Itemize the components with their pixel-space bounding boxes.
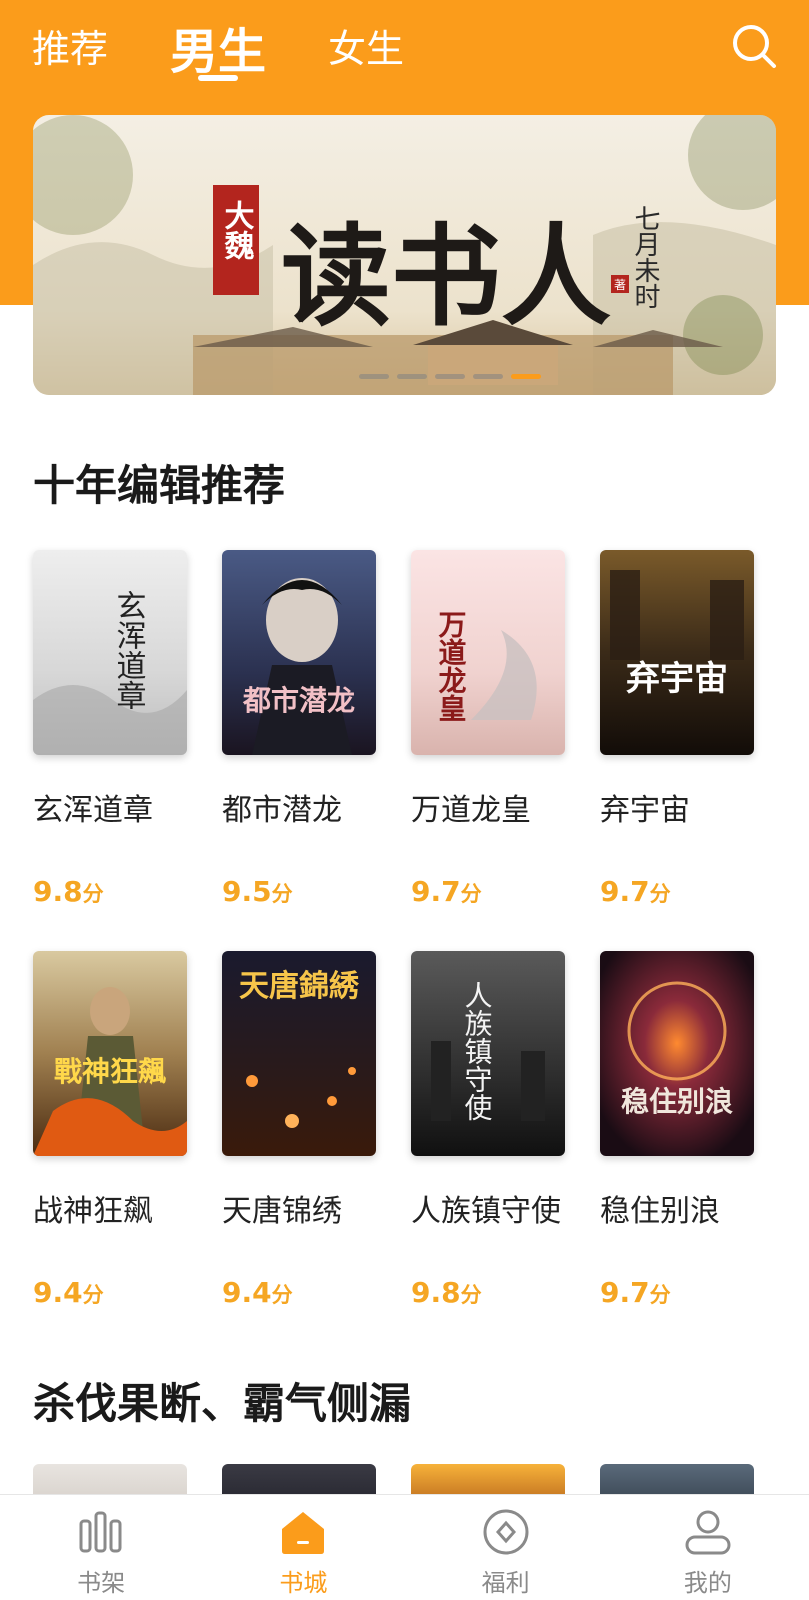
book-title: 战神狂飙 — [33, 1194, 153, 1229]
cover-title: 天唐錦綉 — [239, 969, 360, 1004]
book-cover: 人族镇守使 — [411, 951, 565, 1156]
book-score: 9.7分 — [600, 1276, 671, 1309]
cover-title: 稳住别浪 — [621, 1085, 733, 1118]
section-title-domineering: 杀伐果断、霸气侧漏 — [33, 1379, 412, 1428]
home-icon — [282, 1512, 325, 1554]
book-card[interactable]: 都市潜龙 都市潜龙 9.5分 — [222, 550, 376, 908]
nav-label: 福利 — [481, 1569, 530, 1597]
cover-title: 弃宇宙 — [626, 659, 728, 699]
banner-author: 七月未时 — [630, 205, 660, 309]
book-score: 9.8分 — [411, 1276, 482, 1309]
cover-title: 戰神狂飆 — [54, 1055, 166, 1088]
nav-profile[interactable]: 我的 — [607, 1495, 809, 1600]
nav-label: 我的 — [683, 1569, 732, 1597]
book-card[interactable]: 弃宇宙 弃宇宙 9.7分 — [600, 550, 754, 908]
nav-bookshelf[interactable]: 书架 — [0, 1495, 202, 1600]
book-score: 9.7分 — [411, 875, 482, 908]
book-score: 9.4分 — [33, 1276, 104, 1309]
banner-dot — [434, 374, 465, 379]
tab-recommend[interactable]: 推荐 — [32, 18, 108, 73]
book-card[interactable]: 天唐錦綉 天唐锦绣 9.4分 — [222, 951, 376, 1309]
book-title: 都市潜龙 — [222, 793, 342, 828]
user-icon — [685, 1510, 731, 1555]
book-cover: 万道龙皇 — [411, 550, 565, 755]
section-title-editor-picks: 十年编辑推荐 — [33, 461, 286, 510]
cover-title: 万道龙皇 — [435, 610, 468, 722]
book-cover: 稳住别浪 — [600, 951, 754, 1156]
banner-title-prefix: 大魏 — [219, 200, 255, 260]
nav-welfare[interactable]: 福利 — [405, 1495, 607, 1600]
nav-bookstore[interactable]: 书城 — [202, 1495, 404, 1600]
book-score: 9.7分 — [600, 875, 671, 908]
active-tab-indicator — [198, 75, 238, 81]
banner-dot — [358, 374, 389, 379]
book-card[interactable]: 稳住别浪 稳住别浪 9.7分 — [600, 951, 754, 1309]
book-score: 9.5分 — [222, 875, 293, 908]
book-title: 弃宇宙 — [600, 793, 690, 828]
tab-female[interactable]: 女生 — [328, 18, 404, 73]
book-cover: 戰神狂飆 — [33, 951, 187, 1156]
book-title: 万道龙皇 — [411, 793, 531, 828]
nav-label: 书城 — [279, 1569, 328, 1597]
book-cover: 弃宇宙 — [600, 550, 754, 755]
book-score: 9.8分 — [33, 875, 104, 908]
banner-dot-active — [510, 374, 541, 379]
book-cover: 天唐錦綉 — [222, 951, 376, 1156]
banner-dot — [472, 374, 503, 379]
tab-male[interactable]: 男生 — [170, 12, 266, 82]
banner-dot — [396, 374, 427, 379]
channel-tabs: 推荐 男生 女生 — [0, 0, 809, 100]
book-card[interactable]: 人族镇守使 人族镇守使 9.8分 — [411, 951, 565, 1309]
cover-title: 玄浑道章 — [111, 590, 146, 710]
search-icon[interactable] — [730, 22, 778, 70]
nav-label: 书架 — [77, 1569, 126, 1597]
book-cover: 都市潜龙 — [222, 550, 376, 755]
book-score: 9.4分 — [222, 1276, 293, 1309]
promo-banner[interactable]: 大魏 读书人 七月未时 著 — [33, 115, 776, 395]
book-title: 人族镇守使 — [411, 1194, 561, 1229]
banner-author-seal: 著 — [614, 278, 626, 292]
cover-title: 人族镇守使 — [461, 981, 494, 1121]
banner-pagination — [33, 374, 776, 379]
book-title: 天唐锦绣 — [222, 1194, 342, 1229]
book-card[interactable]: 玄浑道章 玄浑道章 9.8分 — [33, 550, 187, 908]
cover-title: 都市潜龙 — [242, 684, 355, 717]
banner-artwork: 大魏 读书人 七月未时 著 — [33, 115, 776, 395]
book-title: 稳住别浪 — [600, 1194, 720, 1229]
book-card[interactable]: 戰神狂飆 战神狂飙 9.4分 — [33, 951, 187, 1309]
bottom-nav: 书架 书城 福利 我的 — [0, 1494, 809, 1600]
banner-title: 读书人 — [281, 212, 611, 341]
book-card[interactable]: 万道龙皇 万道龙皇 9.7分 — [411, 550, 565, 908]
book-cover: 玄浑道章 — [33, 550, 187, 755]
book-title: 玄浑道章 — [33, 793, 153, 828]
bookshelf-icon — [79, 1511, 122, 1553]
coin-icon — [483, 1509, 529, 1555]
